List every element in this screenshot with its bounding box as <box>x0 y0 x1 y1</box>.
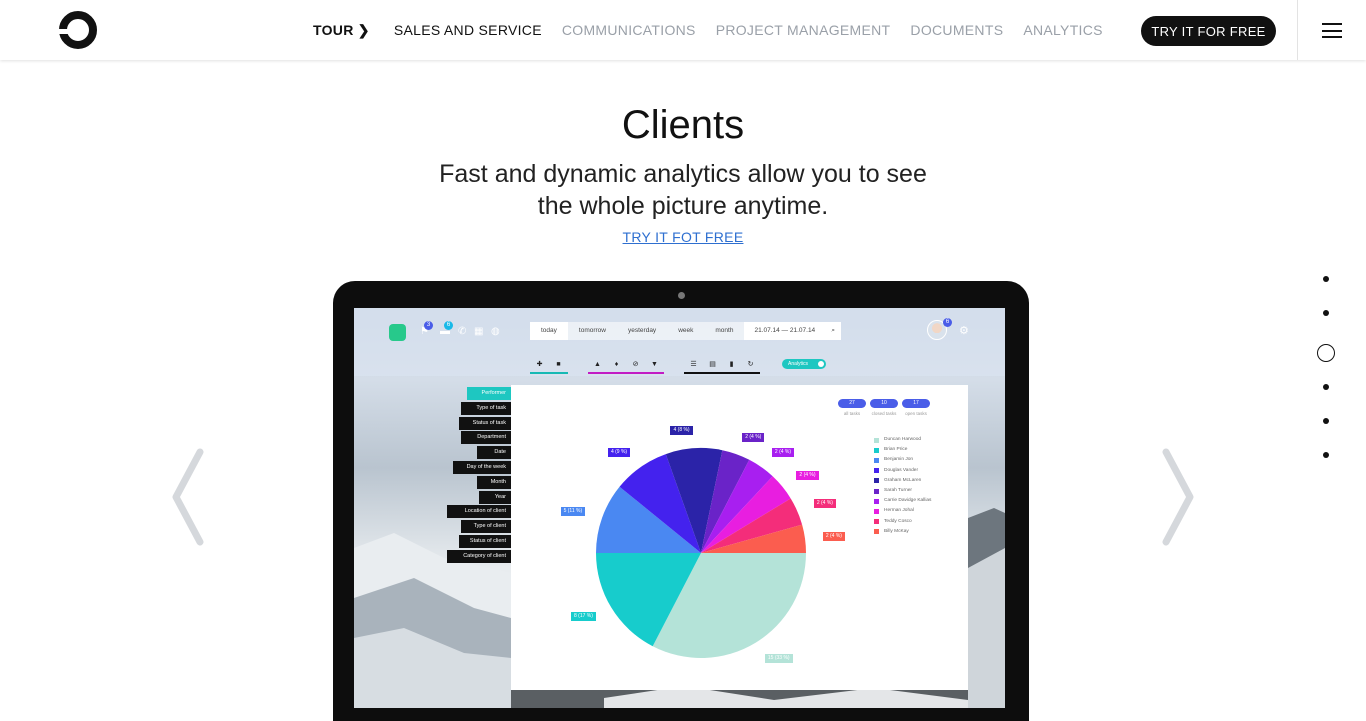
slider-dot[interactable] <box>1323 418 1329 424</box>
pie-data-label: 2 (4 %) <box>771 448 795 457</box>
nav-documents[interactable]: DOCUMENTS <box>910 22 1003 38</box>
slider-dot[interactable] <box>1323 452 1329 458</box>
chevron-left-icon[interactable] <box>168 447 208 547</box>
slider-dot[interactable] <box>1323 384 1329 390</box>
pie-data-label: 4 (9 %) <box>607 448 631 457</box>
try-link-wrapper: TRY IT FOT FREE <box>0 229 1366 247</box>
top-navigation-bar: TOUR ❯ SALES AND SERVICE COMMUNICATIONS … <box>0 0 1366 60</box>
ring-logo-icon[interactable] <box>58 10 98 50</box>
pie-data-label: 4 (8 %) <box>670 425 693 435</box>
nav-sales-and-service[interactable]: SALES AND SERVICE <box>394 22 542 38</box>
slider-dots <box>1316 276 1336 486</box>
try-free-link[interactable]: TRY IT FOT FREE <box>623 229 744 245</box>
page-title: Clients <box>621 103 745 147</box>
nav-project-management[interactable]: PROJECT MANAGEMENT <box>716 22 891 38</box>
pie-data-label: 15 (33 %) <box>764 653 793 663</box>
try-free-button[interactable]: TRY IT FOR FREE <box>1141 16 1276 46</box>
nav-communications[interactable]: COMMUNICATIONS <box>562 22 696 38</box>
slider-dot[interactable] <box>1317 344 1335 362</box>
pie-data-label: 2 (4 %) <box>822 531 845 541</box>
nav-divider <box>1297 0 1298 60</box>
pie-data-label: 2 (4 %) <box>742 432 765 442</box>
pie-data-label: 2 (4 %) <box>796 470 819 480</box>
nav-analytics[interactable]: ANALYTICS <box>1023 22 1102 38</box>
slider-dot[interactable] <box>1323 310 1329 316</box>
main-nav: TOUR ❯ SALES AND SERVICE COMMUNICATIONS … <box>313 0 1123 60</box>
hamburger-icon[interactable] <box>1322 23 1342 38</box>
camera-dot <box>678 292 685 299</box>
pie-data-label: 8 (17 %) <box>571 612 596 622</box>
subtitle-line-2: the whole picture anytime. <box>537 192 829 220</box>
subtitle-line-1: Fast and dynamic analytics allow you to … <box>439 160 927 188</box>
pie-chart <box>596 448 806 658</box>
laptop-mockup: ⚑ 3 ▬ 6 ✆ ▦ ◍ today tomorrow yesterday w… <box>333 281 1029 721</box>
nav-tour[interactable]: TOUR ❯ <box>313 22 370 39</box>
pie-data-label: 2 (4 %) <box>813 499 836 509</box>
page-subtitle: Fast and dynamic analytics allow you to … <box>433 158 933 222</box>
app-screenshot: ⚑ 3 ▬ 6 ✆ ▦ ◍ today tomorrow yesterday w… <box>354 308 1005 708</box>
slider-dot[interactable] <box>1323 276 1329 282</box>
chevron-right-icon[interactable] <box>1158 447 1198 547</box>
pie-data-label: 5 (11 %) <box>560 507 586 517</box>
